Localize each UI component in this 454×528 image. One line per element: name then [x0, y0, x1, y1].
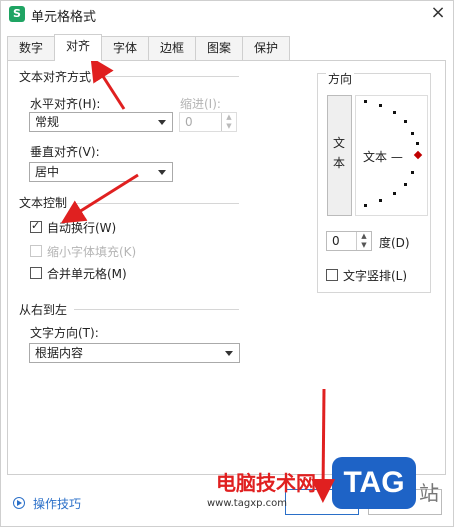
arrow-to-wrap-text — [60, 173, 139, 224]
arrow-to-alignment-tab — [90, 56, 126, 110]
annotation-arrows — [60, 56, 336, 503]
tab-alignment[interactable]: 对齐 — [54, 34, 102, 61]
arrow-to-ok-button — [311, 388, 336, 503]
format-cells-dialog: S 单元格格式 × 数字 对齐 字体 边框 图案 保护 文本对齐方式 水平对齐(… — [0, 0, 454, 527]
